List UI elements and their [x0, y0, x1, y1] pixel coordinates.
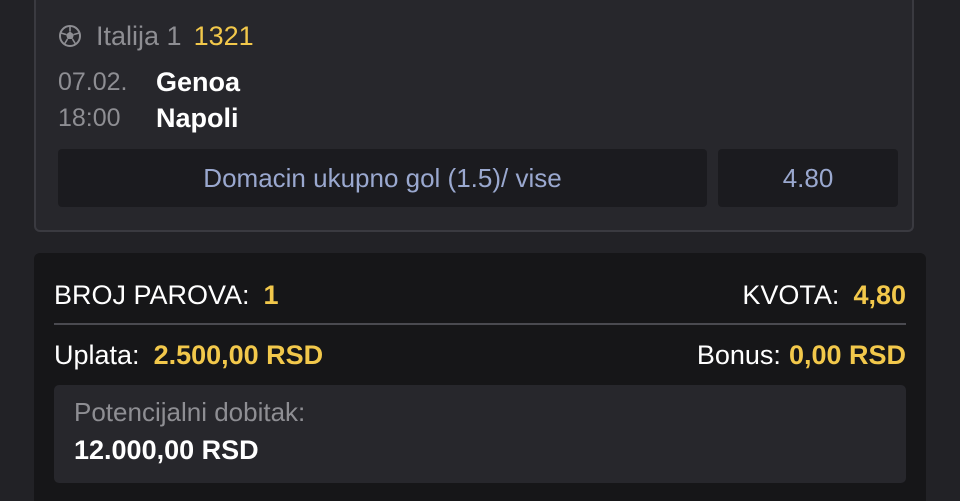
- odds-value: 4,80: [853, 279, 906, 310]
- bet-slip-page: Italija 1 1321 07.02. Genoa 18:00 Napoli…: [0, 0, 960, 501]
- away-team-name: Napoli: [156, 102, 239, 133]
- match-date: 07.02.: [58, 67, 128, 96]
- bet-selection-button[interactable]: Domacin ukupno gol (1.5)/ vise: [58, 149, 707, 207]
- stake-label: Uplata:: [54, 339, 140, 370]
- stake-bonus-row: Uplata: 2.500,00 RSD Bonus: 0,00 RSD: [54, 335, 906, 375]
- bonus-label: Bonus:: [696, 339, 781, 370]
- potential-win-label: Potencijalni dobitak:: [74, 397, 306, 427]
- pairs-odds-row: BROJ PAROVA: 1 KVOTA: 4,80: [54, 275, 906, 315]
- bonus-value: 0,00 RSD: [788, 339, 906, 370]
- league-code: 1321: [193, 20, 254, 51]
- potential-win-box: Potencijalni dobitak: 12.000,00 RSD: [54, 385, 906, 483]
- bonus-group: Bonus: 0,00 RSD: [697, 340, 906, 371]
- bet-odd-button[interactable]: 4.80: [718, 149, 898, 207]
- odds-group: KVOTA: 4,80: [742, 280, 906, 311]
- league-row: Italija 1 1321: [58, 16, 254, 56]
- match-time: 18:00: [58, 103, 121, 132]
- stake-group: Uplata: 2.500,00 RSD: [54, 340, 323, 371]
- pairs-label: BROJ PAROVA:: [54, 279, 250, 310]
- odds-label: KVOTA:: [742, 279, 840, 310]
- pairs-value: 1: [263, 279, 279, 310]
- bet-summary-panel: BROJ PAROVA: 1 KVOTA: 4,80 Uplata: 2.500,00…: [34, 253, 926, 501]
- summary-divider: [54, 323, 906, 325]
- pairs-group: BROJ PAROVA: 1: [54, 280, 279, 311]
- home-team-line: 07.02. Genoa: [58, 64, 240, 100]
- stake-value: 2.500,00 RSD: [153, 339, 324, 370]
- match-card: Italija 1 1321 07.02. Genoa 18:00 Napoli…: [34, 0, 914, 232]
- league-name: Italija 1: [96, 20, 182, 51]
- potential-win-value: 12.000,00 RSD: [74, 435, 259, 465]
- home-team-name: Genoa: [156, 66, 241, 97]
- teams-block: 07.02. Genoa 18:00 Napoli: [58, 64, 240, 136]
- away-team-line: 18:00 Napoli: [58, 100, 240, 136]
- soccer-ball-icon: [58, 24, 82, 48]
